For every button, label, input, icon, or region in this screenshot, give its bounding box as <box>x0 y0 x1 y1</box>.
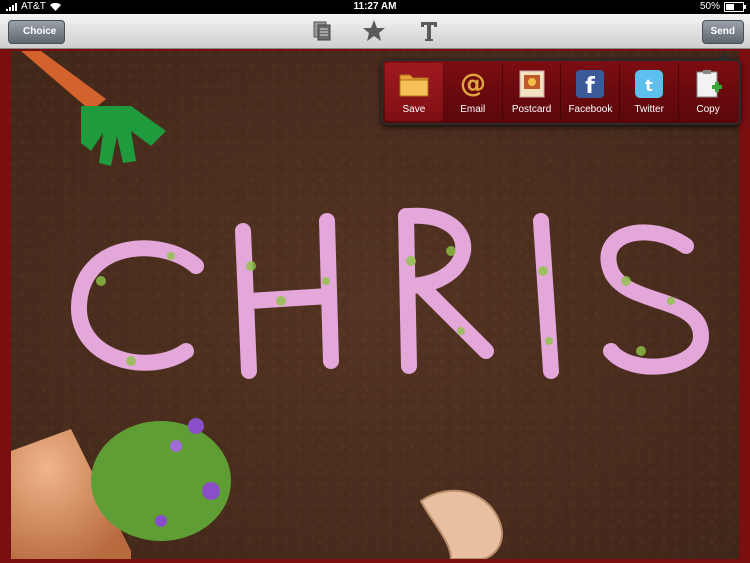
send-button[interactable]: Send <box>701 20 744 44</box>
share-postcard[interactable]: Postcard <box>503 63 562 121</box>
clipboard-add-icon <box>693 69 723 99</box>
svg-text:f: f <box>586 74 596 98</box>
battery-percent: 50% <box>699 1 720 12</box>
text-tool-icon[interactable] <box>417 19 441 43</box>
pages-icon[interactable] <box>310 19 334 43</box>
share-copy-label: Copy <box>696 104 720 115</box>
share-save[interactable]: Save <box>385 63 444 121</box>
share-email-label: Email <box>460 104 486 115</box>
svg-text:t: t <box>645 76 653 95</box>
top-toolbar: Choice Send <box>0 14 750 49</box>
share-postcard-label: Postcard <box>511 104 552 115</box>
status-right: 50% <box>699 1 746 12</box>
share-facebook[interactable]: f Facebook <box>561 63 621 121</box>
photo-illustration <box>11 51 739 559</box>
status-bar: AT&T 11:27 AM 50% <box>0 0 750 14</box>
facebook-icon: f <box>575 69 605 99</box>
battery-fill <box>726 3 734 10</box>
at-sign-icon: @ <box>458 69 488 99</box>
share-save-label: Save <box>402 104 426 115</box>
photo-frame <box>0 49 750 563</box>
garden-photo <box>11 51 739 559</box>
folder-icon <box>399 69 429 99</box>
battery-icon <box>724 1 746 12</box>
share-facebook-label: Facebook <box>568 104 613 115</box>
share-twitter[interactable]: t Twitter <box>620 63 680 121</box>
share-email[interactable]: @ Email <box>444 63 503 121</box>
postcard-icon <box>517 69 547 99</box>
svg-text:@: @ <box>460 69 486 99</box>
status-time: 11:27 AM <box>353 1 397 12</box>
star-icon[interactable] <box>362 19 386 43</box>
share-popover: Save @ Email Postcard f Facebook t Twitt… <box>381 53 741 125</box>
share-twitter-label: Twitter <box>634 104 664 115</box>
twitter-icon: t <box>634 69 664 99</box>
choice-back-button[interactable]: Choice <box>8 20 66 44</box>
share-copy[interactable]: Copy <box>679 63 737 121</box>
